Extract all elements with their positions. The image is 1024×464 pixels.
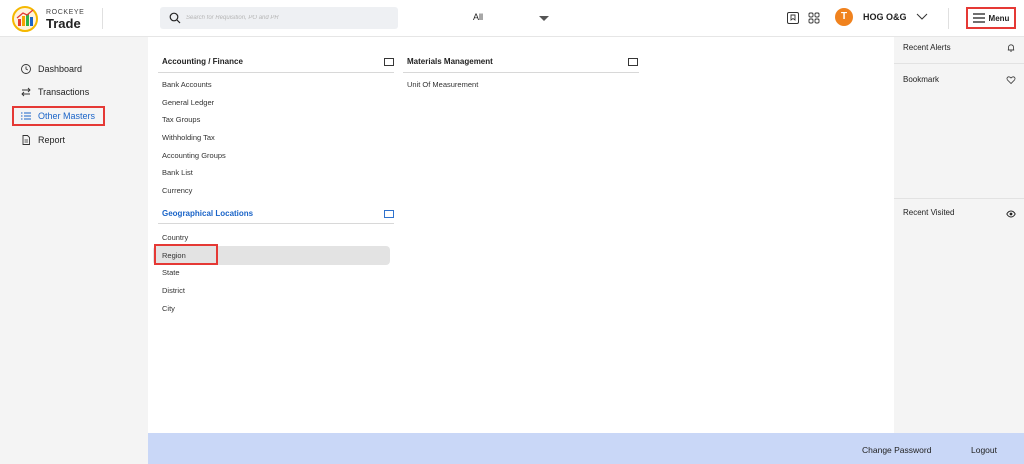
menu-link-region[interactable]: Region [162, 251, 186, 260]
avatar[interactable]: T [835, 8, 853, 26]
menu-link-state[interactable]: State [162, 268, 180, 277]
bell-icon[interactable] [1006, 43, 1016, 53]
right-panel: Recent Alerts Bookmark Recent Visited [894, 37, 1024, 433]
footer-bar: Change Password Logout [148, 433, 1024, 464]
brand-name: Trade [46, 15, 81, 31]
menu-button[interactable]: Menu [966, 7, 1016, 29]
chevron-down-icon[interactable] [916, 11, 928, 21]
change-password-link[interactable]: Change Password [862, 445, 931, 455]
sidebar-item-label: Report [38, 135, 66, 145]
search-scope-value: All [473, 12, 484, 22]
apps-grid-icon[interactable] [806, 10, 822, 26]
collapse-icon[interactable] [628, 58, 638, 66]
menu-link-city[interactable]: City [162, 304, 175, 313]
brand-top-text: ROCKEYE [46, 8, 85, 16]
menu-label: Menu [988, 13, 1010, 23]
brand-logo[interactable]: ROCKEYE Trade [12, 6, 84, 32]
caret-down-icon [539, 16, 549, 21]
search-scope-select[interactable]: All [465, 9, 555, 27]
sidebar: Dashboard Transactions Other Masters Rep… [0, 37, 148, 464]
collapse-icon[interactable] [384, 210, 394, 218]
document-icon [22, 135, 30, 145]
sidebar-item-label: Transactions [38, 87, 90, 97]
bookmark-title: Bookmark [903, 75, 940, 84]
sidebar-item-report[interactable]: Report [12, 130, 65, 150]
search-bar: All [160, 7, 555, 29]
collapse-icon[interactable] [384, 58, 394, 66]
hamburger-icon [972, 13, 985, 23]
divider [158, 72, 394, 73]
menu-link-unit-of-measurement[interactable]: Unit Of Measurement [407, 80, 478, 89]
sidebar-item-dashboard[interactable]: Dashboard [12, 59, 82, 79]
divider [948, 8, 949, 29]
search-icon[interactable] [169, 12, 181, 24]
menu-link-country[interactable]: Country [162, 233, 188, 242]
company-name[interactable]: HOG O&G [863, 12, 907, 22]
divider [158, 223, 394, 224]
sidebar-item-other-masters[interactable]: Other Masters [12, 106, 105, 126]
sidebar-item-label: Dashboard [38, 64, 83, 74]
swap-icon [21, 87, 31, 97]
eye-icon[interactable] [1006, 209, 1016, 219]
menu-link-withholding-tax[interactable]: Withholding Tax [162, 133, 215, 142]
menu-link-general-ledger[interactable]: General Ledger [162, 98, 214, 107]
divider [403, 72, 639, 73]
logout-link[interactable]: Logout [971, 445, 997, 455]
menu-link-bank-list[interactable]: Bank List [162, 168, 193, 177]
heart-icon[interactable] [1006, 75, 1016, 85]
divider [102, 8, 103, 29]
section-title-materials: Materials Management [407, 57, 493, 66]
sidebar-item-transactions[interactable]: Transactions [12, 82, 89, 102]
menu-panel: Accounting / Finance Bank Accounts Gener… [148, 37, 894, 433]
section-title-geographical: Geographical Locations [162, 209, 254, 218]
logo-icon [12, 6, 38, 32]
menu-link-tax-groups[interactable]: Tax Groups [162, 115, 200, 124]
search-input[interactable] [186, 10, 296, 26]
top-bar: ROCKEYE Trade All T HOG O&G [0, 0, 1024, 37]
sidebar-item-label: Other Masters [38, 111, 96, 121]
clock-icon [21, 64, 31, 74]
footer-sidebar-area [0, 433, 148, 464]
divider [894, 63, 1024, 64]
menu-link-district[interactable]: District [162, 286, 185, 295]
menu-link-currency[interactable]: Currency [162, 186, 192, 195]
list-icon [21, 112, 31, 120]
section-title-accounting: Accounting / Finance [162, 57, 243, 66]
recent-visited-title: Recent Visited [903, 208, 955, 217]
recent-alerts-title: Recent Alerts [903, 43, 951, 52]
bookmark-page-icon[interactable] [785, 10, 801, 26]
divider [894, 198, 1024, 199]
menu-link-bank-accounts[interactable]: Bank Accounts [162, 80, 212, 89]
menu-link-accounting-groups[interactable]: Accounting Groups [162, 151, 226, 160]
